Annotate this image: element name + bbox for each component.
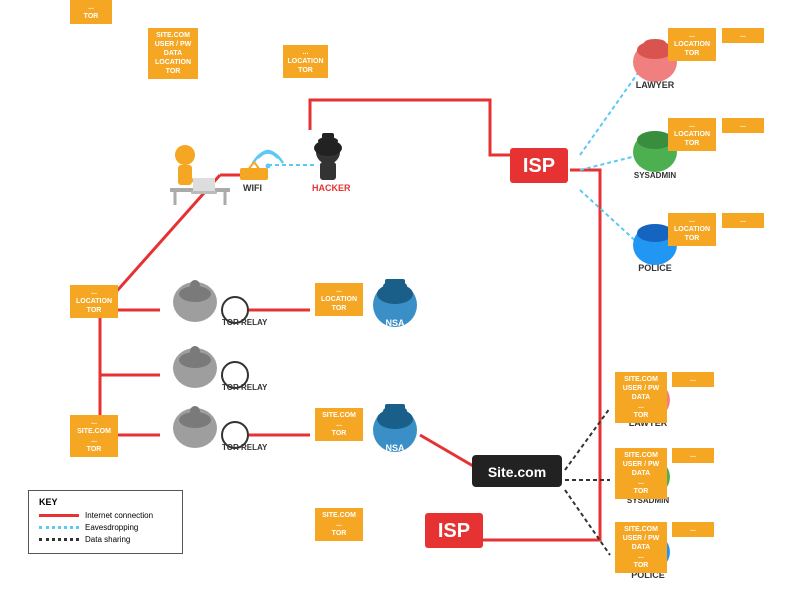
svg-text:ISP: ISP [523,155,555,177]
info-box-isp-right-3a: ...LOCATIONTOR [668,213,716,246]
info-box-isp-right-3b: ... [722,213,764,228]
info-box-bottom-1a: SITE.COMUSER / PWDATA...TOR [615,372,667,423]
hacker-label: HACKER [312,183,351,193]
info-box-isp-bottom: SITE.COM...TOR [315,508,363,541]
svg-text:POLICE: POLICE [638,263,672,273]
info-box-isp-right-2b: ... [722,118,764,133]
tor-relay-label-2: TOR RELAY [222,383,267,392]
info-box-nsa-1: ...LOCATIONTOR [315,283,363,316]
info-box-isp-right-2a: ...LOCATIONTOR [668,118,716,151]
wifi-label: WIFI [243,183,262,193]
tor-relay-label-1: TOR RELAY [222,318,267,327]
svg-text:ISP: ISP [438,520,470,542]
svg-text:NSA: NSA [385,443,405,453]
info-box-relay-1: ...LOCATIONTOR [70,285,118,318]
svg-text:Site.com: Site.com [488,464,546,480]
info-box-isp-right-1a: ...LOCATIONTOR [668,28,716,61]
key-box: KEY Internet connection Eavesdropping Da… [28,490,183,554]
key-eavesdropping: Eavesdropping [39,523,172,532]
info-box-bottom-1b: ... [672,372,714,387]
key-title: KEY [39,497,172,507]
info-box-relay-2: ...TOR [70,0,112,24]
svg-text:SYSADMIN: SYSADMIN [634,171,676,180]
key-data-sharing: Data sharing [39,535,172,544]
svg-text:LAWYER: LAWYER [636,80,675,90]
info-box-bottom-2b: ... [672,448,714,463]
info-box-bottom-3a: SITE.COMUSER / PWDATA...TOR [615,522,667,573]
info-box-location-top: ...LOCATIONTOR [283,45,328,78]
svg-text:NSA: NSA [385,318,405,328]
info-box-user-data: SITE.COMUSER / PWDATALOCATIONTOR [148,28,198,79]
info-box-relay-3: ...SITE.COM...TOR [70,415,118,457]
info-box-bottom-2a: SITE.COMUSER / PWDATA...TOR [615,448,667,499]
key-internet-connection: Internet connection [39,511,172,520]
info-box-isp-right-1b: ... [722,28,764,43]
info-box-bottom-3b: ... [672,522,714,537]
info-box-nsa-2: SITE.COM...TOR [315,408,363,441]
tor-relay-label-3: TOR RELAY [222,443,267,452]
